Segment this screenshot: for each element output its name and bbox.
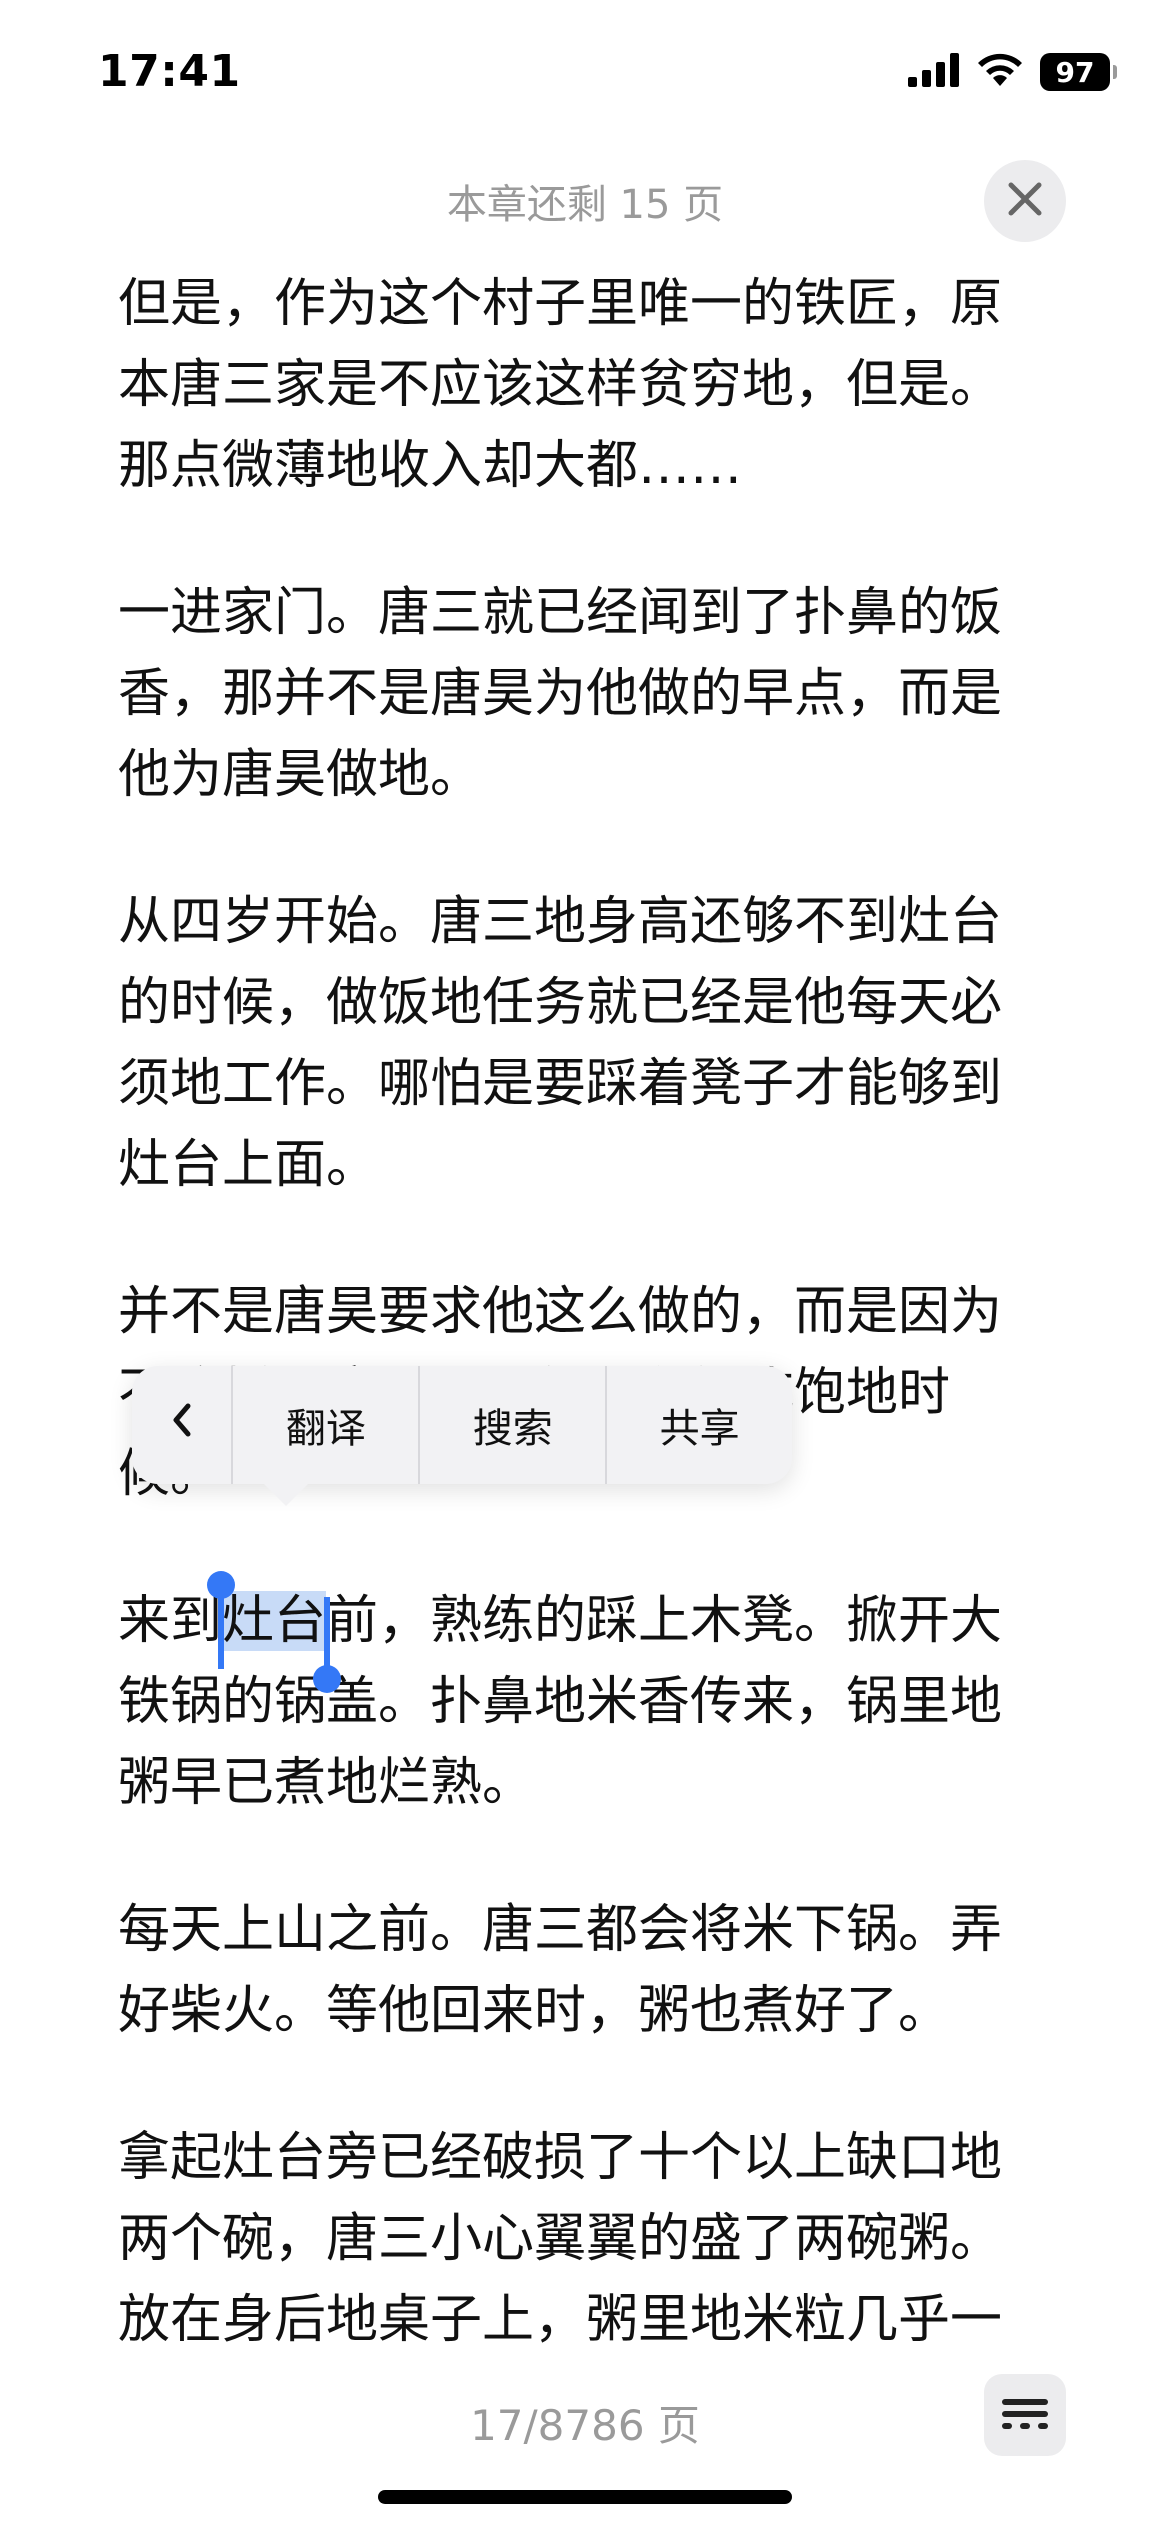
selection-start-handle[interactable] [207,1571,236,1669]
home-indicator[interactable] [378,2490,792,2504]
menu-search-button[interactable]: 搜索 [420,1366,608,1484]
menu-share-button[interactable]: 共享 [607,1366,792,1484]
wifi-icon [976,52,1024,92]
status-bar: 17:41 97 [0,0,1170,150]
cellular-signal-icon [908,53,960,91]
battery-level: 97 [1055,55,1095,89]
selected-text-content: 灶台 [222,1591,327,1651]
battery-indicator: 97 [1040,53,1117,91]
reader-menu-button[interactable] [984,2374,1066,2456]
menu-lines-icon [1000,2393,1050,2437]
reader-content: 但是，作为这个村子里唯一的铁匠，原本唐三家是不应该这样贫穷地，但是。那点微薄地收… [118,264,1052,2427]
selection-end-handle[interactable] [313,1597,342,1693]
menu-translate-button[interactable]: 翻译 [233,1366,421,1484]
text-before-selection: 来到 [118,1591,223,1651]
paragraph: 但是，作为这个村子里唯一的铁匠，原本唐三家是不应该这样贫穷地，但是。那点微薄地收… [118,274,1003,496]
paragraph: 一进家门。唐三就已经闻到了扑鼻的饭香，那并不是唐昊为他做的早点，而是他为唐昊做地… [118,583,1003,805]
text-selection-menu: 翻译 搜索 共享 [132,1366,792,1506]
close-button[interactable] [984,160,1066,242]
close-icon [1005,179,1045,223]
status-time: 17:41 [98,46,241,97]
paragraph: 每天上山之前。唐三都会将米下锅。弄好柴火。等他回来时，粥也煮好了。 [118,1900,1003,2041]
paragraph-with-selection[interactable]: 来到 灶台 前，熟练的踩上木凳。掀开大铁锅的锅盖。扑鼻地米香传来，锅里地粥早已煮地烂… [118,1571,1052,1824]
chevron-left-icon [170,1402,194,1448]
selected-text[interactable]: 灶台 [207,1571,342,1693]
status-icons: 97 [908,52,1117,92]
paragraph: 拿起灶台旁已经破损了十个以上缺口地两个碗，唐三小心翼翼的盛了两碗粥。放在身后地桌… [118,2128,1003,2350]
paragraph: 从四岁开始。唐三地身高还够不到灶台的时候，做饭地任务就已经是他每天必须地工作。哪… [118,892,1003,1195]
menu-back-button[interactable] [132,1366,234,1484]
